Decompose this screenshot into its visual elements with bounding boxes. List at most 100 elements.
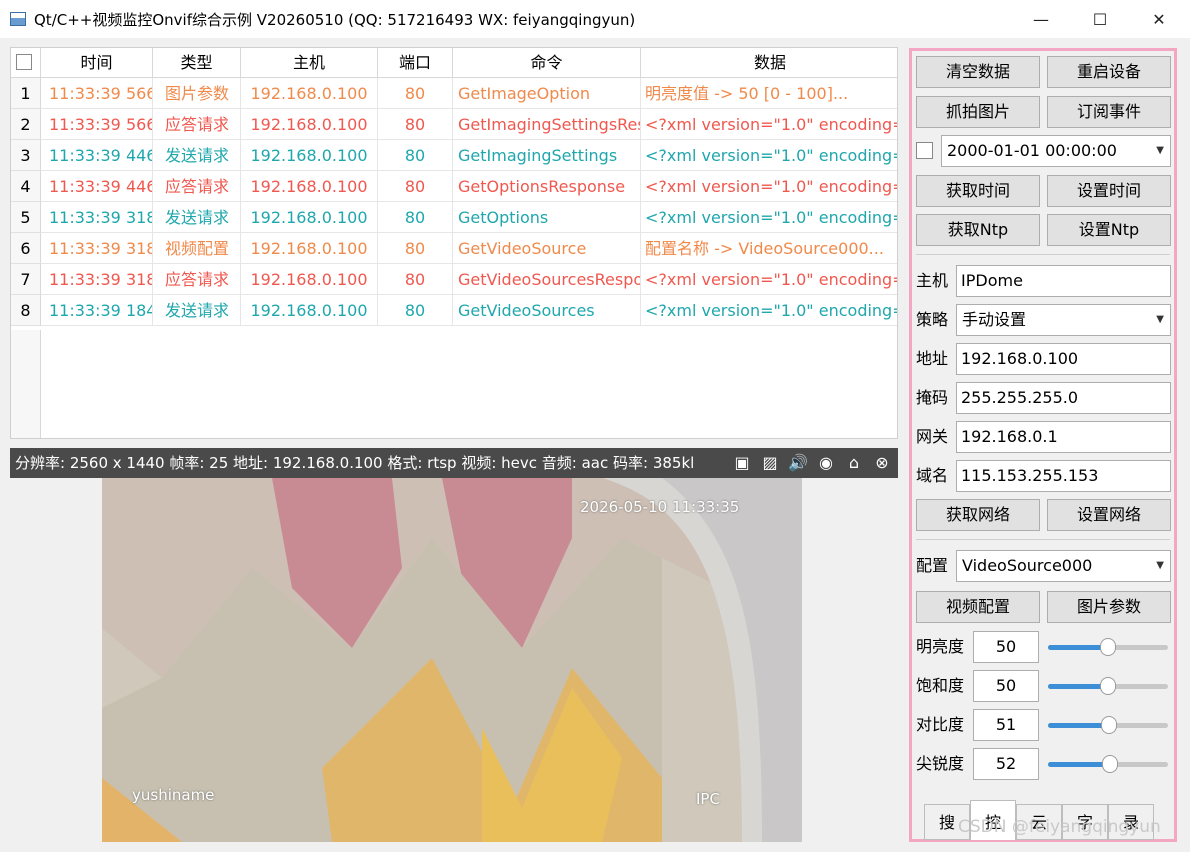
set-ntp-button[interactable]: 设置Ntp (1047, 214, 1171, 246)
time-cell: 11:33:39 318 (41, 264, 153, 295)
slider-value-input[interactable]: 50 (973, 631, 1039, 663)
image-params-button[interactable]: 图片参数 (1047, 591, 1171, 623)
port-cell: 80 (378, 140, 453, 171)
chevron-down-icon[interactable]: ▼ (1156, 305, 1164, 335)
slider-handle[interactable] (1102, 755, 1118, 773)
policy-label: 策略 (916, 310, 949, 329)
time-cell: 11:33:39 566 (41, 78, 153, 109)
slider-fill (1048, 645, 1108, 650)
osd-ipc-label: IPC (696, 790, 720, 808)
port-cell: 80 (378, 202, 453, 233)
close-circle-icon[interactable]: ⊗ (872, 453, 892, 473)
maximize-icon[interactable]: ☐ (1077, 0, 1123, 38)
chevron-down-icon[interactable]: ▼ (1156, 551, 1164, 581)
table-row[interactable]: 11:33:39 318 视频配置 192.168.0.100 80 GetVideoS… (41, 233, 897, 264)
chevron-down-icon[interactable]: ▼ (1156, 136, 1164, 166)
reboot-device-button[interactable]: 重启设备 (1047, 56, 1171, 88)
policy-value: 手动设置 (962, 310, 1027, 329)
data-cell: <?xml version="1.0" encoding=" (645, 177, 898, 196)
table-row[interactable]: 11:33:39 318 应答请求 192.168.0.100 80 GetVideoS… (41, 264, 897, 295)
type-cell: 图片参数 (153, 78, 241, 109)
target-icon[interactable]: ◉ (816, 453, 836, 473)
datetime-checkbox[interactable] (916, 142, 933, 159)
time-cell: 11:33:39 318 (41, 202, 153, 233)
slider-handle[interactable] (1100, 677, 1116, 695)
command-cell: GetImagingSettingsRes (453, 109, 641, 140)
address-input[interactable]: 192.168.0.100 (956, 343, 1171, 375)
row-number[interactable]: 1 (11, 78, 41, 109)
mask-input[interactable]: 255.255.255.0 (956, 382, 1171, 414)
row-number[interactable]: 2 (11, 109, 41, 140)
row-number[interactable]: 5 (11, 202, 41, 233)
header-port[interactable]: 端口 (378, 48, 453, 78)
slider-handle[interactable] (1100, 638, 1116, 656)
set-time-button[interactable]: 设置时间 (1047, 175, 1171, 207)
header-select-cell[interactable] (11, 48, 41, 78)
slider-value-input[interactable]: 52 (973, 748, 1039, 780)
command-cell: GetOptions (453, 202, 641, 233)
video-info-text: 分辨率: 2560 x 1440 帧率: 25 地址: 192.168.0.10… (15, 454, 695, 472)
row-header-fill (11, 330, 41, 438)
data-cell: <?xml version="1.0" encoding=" (645, 208, 898, 227)
volume-icon[interactable]: 🔊 (788, 453, 808, 473)
slider-handle[interactable] (1101, 716, 1117, 734)
table-row[interactable]: 11:33:39 566 应答请求 192.168.0.100 80 GetImagin… (41, 109, 897, 140)
host-label: 主机 (916, 271, 949, 290)
image-slider[interactable] (1048, 754, 1170, 774)
watermark: CSDN @feiyangqingyun (958, 817, 1161, 837)
table-row[interactable]: 11:33:39 446 应答请求 192.168.0.100 80 GetOption… (41, 171, 898, 202)
header-data[interactable]: 数据 (641, 48, 897, 78)
dns-label: 域名 (916, 466, 949, 485)
row-number[interactable]: 3 (11, 140, 41, 171)
config-select[interactable]: VideoSource000 ▼ (956, 550, 1171, 582)
snapshot-button[interactable]: 抓拍图片 (916, 96, 1040, 128)
snapshot-icon[interactable]: ▨ (760, 453, 780, 473)
command-cell: GetVideoSourcesRespo (453, 264, 641, 295)
image-slider[interactable] (1048, 637, 1170, 657)
get-time-button[interactable]: 获取时间 (916, 175, 1040, 207)
record-icon[interactable]: ▣ (732, 453, 752, 473)
select-all-checkbox[interactable] (16, 54, 32, 70)
set-network-button[interactable]: 设置网络 (1047, 499, 1171, 531)
slider-value-input[interactable]: 51 (973, 709, 1039, 741)
table-row[interactable]: 11:33:39 318 发送请求 192.168.0.100 80 GetOption… (41, 202, 898, 233)
row-number[interactable]: 4 (11, 171, 41, 202)
title-bar: Qt/C++视频监控Onvif综合示例 V20260510 (QQ: 51721… (0, 0, 1190, 38)
header-time[interactable]: 时间 (41, 48, 153, 78)
row-number[interactable]: 7 (11, 264, 41, 295)
datetime-picker[interactable]: 2000-01-01 00:00:00 ▼ (941, 135, 1171, 167)
header-host[interactable]: 主机 (241, 48, 378, 78)
command-cell: GetOptionsResponse (453, 171, 641, 202)
image-slider[interactable] (1048, 715, 1170, 735)
row-number[interactable]: 6 (11, 233, 41, 264)
header-type[interactable]: 类型 (153, 48, 241, 78)
row-number[interactable]: 8 (11, 295, 41, 326)
message-table[interactable]: 时间 类型 主机 端口 命令 数据 1 11:33:39 566 图片参数 192.1… (10, 47, 898, 439)
dns-input[interactable]: 115.153.255.153 (956, 460, 1171, 492)
minimize-icon[interactable]: — (1018, 0, 1064, 38)
host-input[interactable]: IPDome (956, 265, 1171, 297)
port-cell: 80 (378, 78, 453, 109)
get-network-button[interactable]: 获取网络 (916, 499, 1040, 531)
table-row[interactable]: 11:33:39 446 发送请求 192.168.0.100 80 GetImagin… (41, 140, 897, 171)
gateway-input[interactable]: 192.168.0.1 (956, 421, 1171, 453)
alarm-icon[interactable]: ⌂ (844, 453, 864, 473)
divider (916, 254, 1170, 255)
subscribe-events-button[interactable]: 订阅事件 (1047, 96, 1171, 128)
type-cell: 视频配置 (153, 233, 241, 264)
time-cell: 11:33:39 318 (41, 233, 153, 264)
video-config-button[interactable]: 视频配置 (916, 591, 1040, 623)
header-command[interactable]: 命令 (453, 48, 641, 78)
table-row[interactable]: 11:33:39 184 发送请求 192.168.0.100 80 GetVideoS… (41, 295, 897, 326)
slider-value-input[interactable]: 50 (973, 670, 1039, 702)
image-slider[interactable] (1048, 676, 1170, 696)
video-frame[interactable]: 2026-05-10 11:33:35 yushiname IPC (102, 478, 802, 842)
table-row[interactable]: 11:33:39 566 图片参数 192.168.0.100 80 GetImageO… (41, 78, 897, 109)
policy-select[interactable]: 手动设置 ▼ (956, 304, 1171, 336)
host-cell: 192.168.0.100 (241, 171, 378, 202)
port-cell: 80 (378, 264, 453, 295)
get-ntp-button[interactable]: 获取Ntp (916, 214, 1040, 246)
close-icon[interactable]: ✕ (1136, 0, 1182, 38)
clear-data-button[interactable]: 清空数据 (916, 56, 1040, 88)
command-cell: GetImagingSettings (453, 140, 641, 171)
